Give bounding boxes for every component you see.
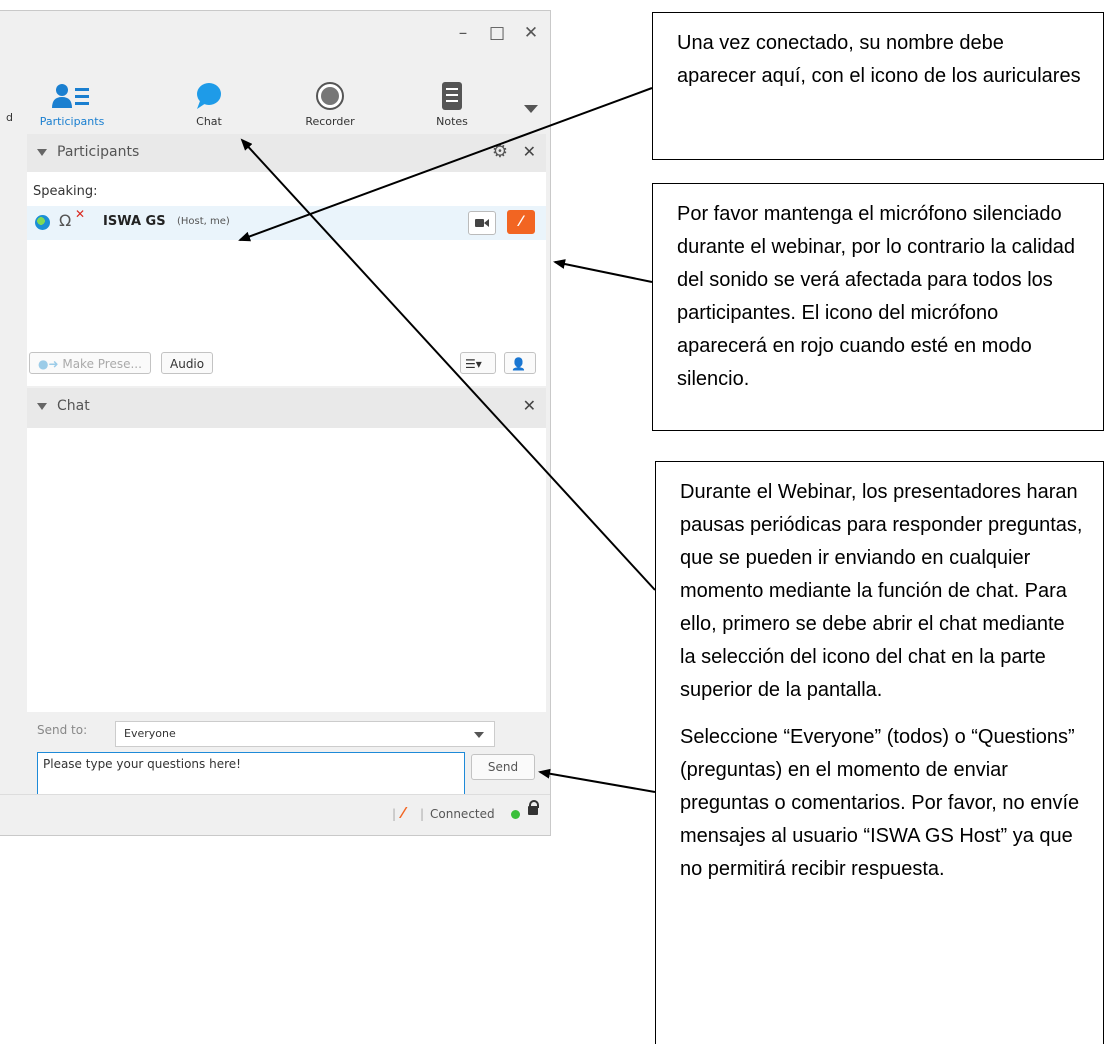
arrow-to-participant	[238, 87, 653, 242]
annotation-arrows	[238, 87, 656, 793]
arrow-to-mic	[553, 259, 653, 283]
arrow-to-send-area	[538, 768, 656, 793]
arrow-to-chat-icon	[240, 138, 656, 591]
